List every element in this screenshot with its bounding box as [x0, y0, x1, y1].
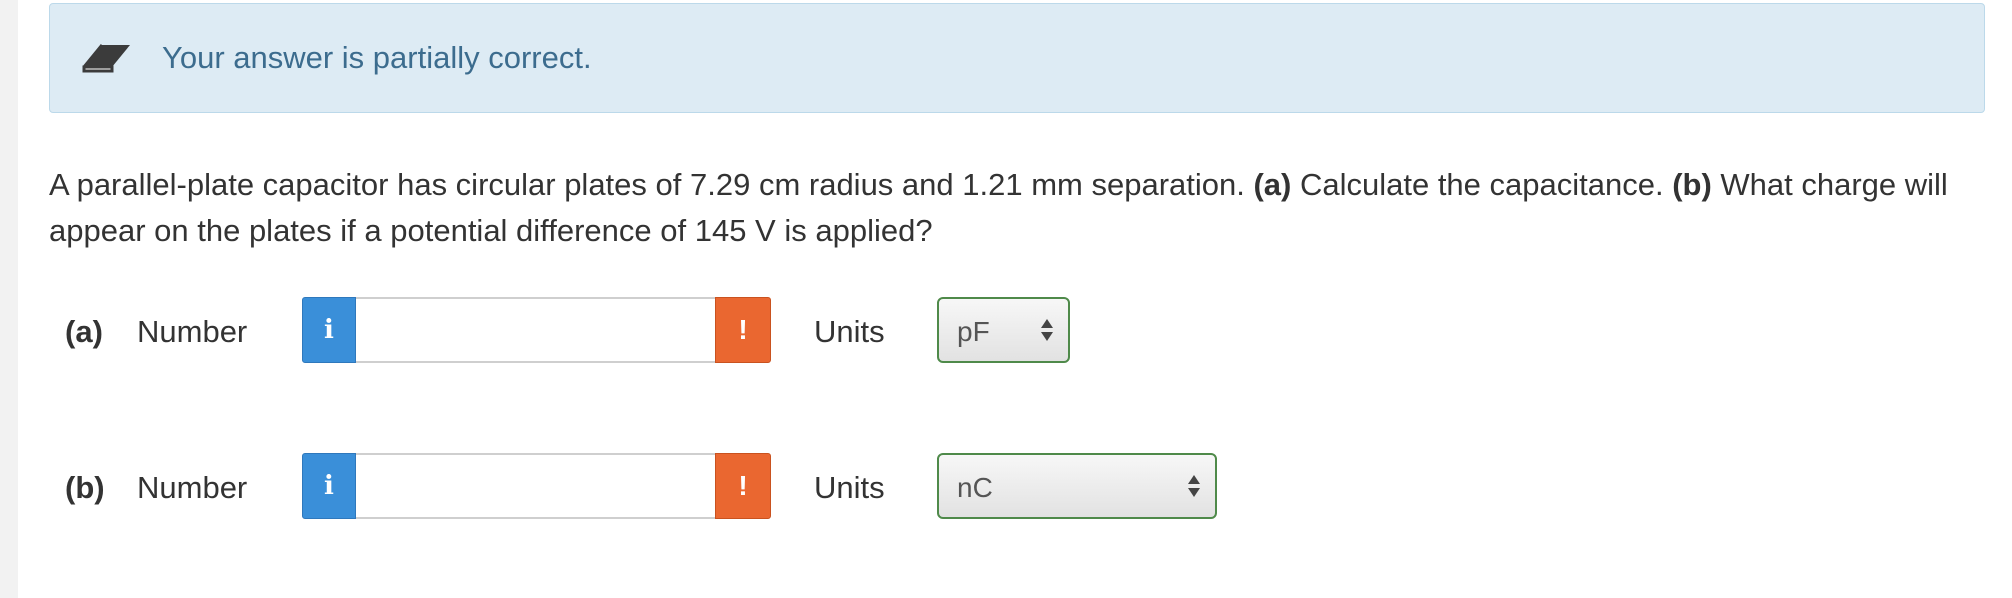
exclamation-icon: ! — [738, 314, 748, 345]
info-icon: i — [324, 471, 334, 501]
info-button[interactable]: i — [302, 297, 356, 363]
partial-correct-alert: Your answer is partially correct. — [49, 3, 1985, 113]
part-label: (b) — [65, 470, 105, 505]
part-b-marker: (b) — [1672, 167, 1712, 202]
units-label: Units — [814, 470, 885, 505]
selected-unit: nC — [957, 472, 993, 503]
number-label: Number — [137, 314, 248, 349]
warning-button[interactable]: ! — [715, 453, 771, 519]
eraser-icon — [82, 44, 130, 73]
warning-button[interactable]: ! — [715, 297, 771, 363]
units-select-a[interactable]: pF — [937, 297, 1070, 363]
answer-row-a: (a) Number i ! Units pF — [0, 297, 2012, 367]
question-text-part-1: A parallel-plate capacitor has circular … — [49, 167, 1254, 202]
answer-row-b: (b) Number i ! Units nC — [0, 453, 2012, 523]
part-a-marker: (a) — [1253, 167, 1292, 202]
number-label: Number — [137, 470, 248, 505]
info-button[interactable]: i — [302, 453, 356, 519]
number-input-b[interactable] — [356, 453, 715, 519]
question-text-part-2: Calculate the capacitance. — [1291, 167, 1673, 202]
exclamation-icon: ! — [738, 470, 748, 501]
info-icon: i — [324, 315, 334, 345]
alert-message: Your answer is partially correct. — [162, 40, 592, 75]
question-text: A parallel-plate capacitor has circular … — [49, 162, 1979, 254]
part-label: (a) — [65, 314, 103, 349]
selected-unit: pF — [957, 316, 990, 347]
select-arrows-icon — [1188, 475, 1200, 497]
number-input-a[interactable] — [356, 297, 715, 363]
select-arrows-icon — [1041, 319, 1053, 341]
units-label: Units — [814, 314, 885, 349]
units-select-b[interactable]: nC — [937, 453, 1217, 519]
